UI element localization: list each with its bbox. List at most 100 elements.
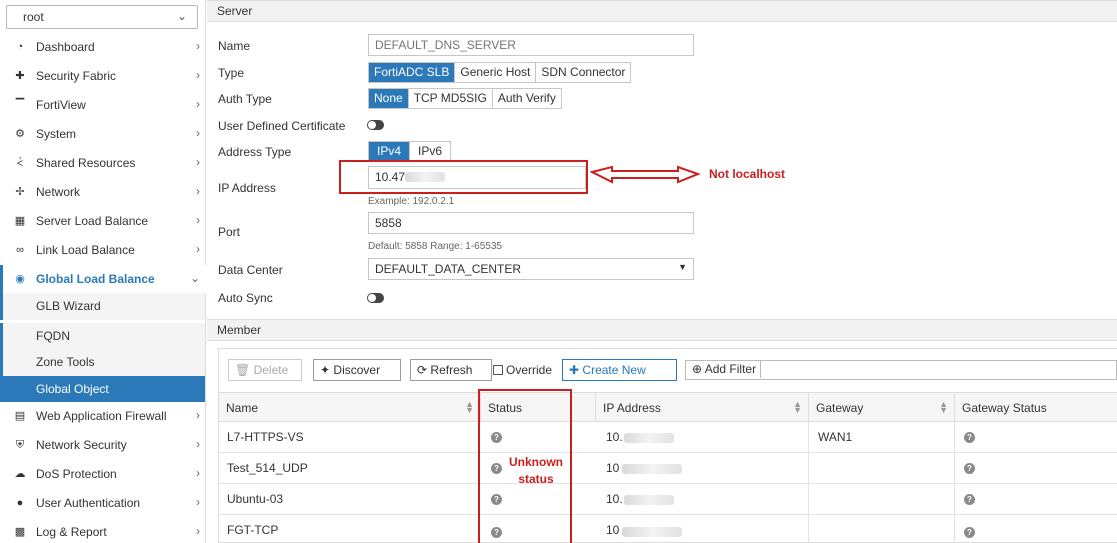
redacted-ip-blur: [622, 464, 682, 474]
auth-option-tcp-md5sig[interactable]: TCP MD5SIG: [408, 89, 493, 108]
discover-button-label: Discover: [333, 363, 381, 377]
auth-type-label: Auth Type: [218, 92, 272, 106]
user-defined-certificate-label: User Defined Certificate: [218, 119, 346, 133]
unknown-status-icon: ?: [964, 463, 975, 474]
report-icon: ▩: [14, 526, 26, 538]
discover-button[interactable]: ✦ Discover: [313, 359, 401, 381]
share-icon: ⩻: [16, 157, 24, 169]
sidebar-item-server-load-balance[interactable]: ▦ Server Load Balance ›: [0, 207, 206, 236]
type-option-generic-host[interactable]: Generic Host: [455, 63, 537, 82]
user-defined-certificate-toggle[interactable]: [367, 120, 384, 130]
port-hint: Default: 5858 Range: 1-65535: [368, 241, 502, 252]
sidebar-item-network-security[interactable]: ⛨ Network Security ›: [0, 431, 206, 460]
column-header-ip-address[interactable]: IP Address ▲ ▼: [596, 392, 809, 422]
sidebar-item-network[interactable]: ✢ Network ›: [0, 178, 206, 207]
filter-bar[interactable]: ⊕ Add Filter: [685, 360, 1117, 380]
sidebar-item-label: Dashboard: [36, 40, 95, 54]
vdom-select[interactable]: root ⌄: [6, 5, 198, 29]
chevron-right-icon: ›: [196, 408, 200, 422]
table-row[interactable]: Ubuntu-03 ? 10. ?: [219, 484, 1117, 515]
port-label: Port: [218, 225, 241, 239]
redacted-ip-blur: [622, 527, 682, 537]
sidebar-item-label: Log & Report: [36, 525, 107, 539]
sidebar-subitem-global-object[interactable]: Global Object: [0, 376, 205, 402]
name-input[interactable]: [368, 34, 694, 56]
trash-icon: 🗑: [235, 363, 251, 377]
address-type-label: Address Type: [218, 145, 292, 159]
add-filter-label: Add Filter: [704, 362, 757, 376]
sidebar-item-dos-protection[interactable]: ☁ DoS Protection ›: [0, 460, 206, 489]
network-icon: ✢: [15, 186, 25, 198]
type-option-fortiadc-slb[interactable]: FortiADC SLB: [369, 63, 456, 82]
chevron-right-icon: ›: [196, 126, 200, 140]
row-name: Test_514_UDP: [227, 461, 308, 475]
sort-icon: ▲ ▼: [939, 399, 948, 415]
table-row[interactable]: L7-HTTPS-VS ? 10. WAN1 ?: [219, 422, 1117, 453]
table-row[interactable]: FGT-TCP ? 10 ?: [219, 515, 1117, 543]
sidebar-item-security-fabric[interactable]: ✚ Security Fabric ›: [0, 62, 206, 91]
column-header-gateway-status[interactable]: Gateway Status: [955, 392, 1117, 422]
checkbox-icon: [493, 365, 503, 375]
section-title: Server: [217, 4, 253, 18]
chevron-down-icon: ⌄: [189, 271, 200, 285]
sidebar-item-link-load-balance[interactable]: ∞ Link Load Balance ›: [0, 236, 206, 265]
type-option-sdn-connector[interactable]: SDN Connector: [536, 63, 631, 82]
auto-sync-toggle[interactable]: [367, 293, 384, 303]
sidebar-subitem-fqdn[interactable]: FQDN: [0, 323, 205, 350]
section-title: Member: [217, 323, 262, 337]
create-new-button[interactable]: ✚ Create New: [562, 359, 677, 381]
plus-icon: ✚: [569, 363, 580, 377]
sidebar-subitem-zone-tools[interactable]: Zone Tools: [0, 349, 205, 376]
sidebar-subitem-glb-wizard[interactable]: GLB Wizard: [0, 293, 205, 320]
sidebar-item-fortiview[interactable]: ▔ FortiView ›: [0, 91, 206, 120]
auth-option-none[interactable]: None: [369, 89, 409, 108]
auth-type-selector: None TCP MD5SIG Auth Verify: [368, 88, 562, 109]
chevron-right-icon: ›: [196, 184, 200, 198]
sidebar-item-web-application-firewall[interactable]: ▤ Web Application Firewall ›: [0, 402, 206, 431]
sidebar-item-dashboard[interactable]: ◔ Dashboard ›: [0, 33, 206, 62]
column-header-label: Gateway: [816, 401, 864, 415]
user-icon: ●: [16, 497, 24, 509]
table-row[interactable]: Test_514_UDP ? 10 ?: [219, 453, 1117, 484]
add-filter-button[interactable]: ⊕ Add Filter: [688, 361, 762, 378]
sidebar-item-label: Network Security: [36, 438, 127, 452]
override-checkbox[interactable]: Override: [493, 363, 552, 377]
row-ip: 10.: [606, 492, 623, 506]
address-option-ipv4[interactable]: IPv4: [369, 142, 411, 161]
sidebar-item-user-authentication[interactable]: ● User Authentication ›: [0, 489, 206, 518]
column-header-label: Gateway Status: [962, 401, 1047, 415]
type-selector: FortiADC SLB Generic Host SDN Connector: [368, 62, 632, 83]
create-new-button-label: Create New: [582, 363, 646, 377]
sidebar-subitem-label: Global Object: [36, 382, 109, 396]
sidebar-item-label: DoS Protection: [36, 467, 117, 481]
column-header-name[interactable]: Name ▲ ▼: [219, 392, 481, 422]
address-option-ipv6[interactable]: IPv6: [410, 142, 451, 161]
refresh-button[interactable]: ⟳ Refresh: [410, 359, 492, 381]
server-section-header: Server: [207, 0, 1117, 22]
port-input[interactable]: 5858: [368, 212, 694, 234]
waf-icon: ▤: [14, 410, 26, 422]
data-center-value: DEFAULT_DATA_CENTER: [375, 262, 522, 276]
vdom-value: root: [23, 10, 44, 24]
sidebar-item-log-report[interactable]: ▩ Log & Report ›: [0, 518, 206, 543]
shield-icon: ⛨: [15, 439, 25, 451]
sidebar-item-system[interactable]: ⚙ System ›: [0, 120, 206, 149]
column-header-gateway[interactable]: Gateway ▲ ▼: [809, 392, 955, 422]
auth-option-auth-verify[interactable]: Auth Verify: [492, 89, 561, 108]
wand-icon: ✦: [320, 363, 331, 377]
delete-button[interactable]: 🗑 Delete: [228, 359, 302, 381]
delete-button-label: Delete: [253, 363, 289, 377]
sidebar-item-label: System: [36, 127, 77, 141]
ip-address-hint: Example: 192.0.2.1: [368, 196, 455, 207]
sidebar-item-label: User Authentication: [36, 496, 141, 510]
sidebar-item-shared-resources[interactable]: ⩻ Shared Resources ›: [0, 149, 206, 178]
sidebar-subitem-label: Zone Tools: [36, 355, 95, 369]
data-center-select[interactable]: DEFAULT_DATA_CENTER ▼: [368, 258, 694, 280]
unknown-status-icon: ?: [964, 494, 975, 505]
sidebar-item-global-load-balance[interactable]: ◉ Global Load Balance ⌄: [0, 265, 206, 294]
sidebar-item-label: Web Application Firewall: [36, 409, 167, 423]
cloud-icon: ☁: [14, 468, 26, 480]
security-fabric-icon: ✚: [15, 70, 25, 82]
row-gateway: WAN1: [818, 430, 853, 444]
sort-icon: ▲ ▼: [793, 399, 802, 415]
